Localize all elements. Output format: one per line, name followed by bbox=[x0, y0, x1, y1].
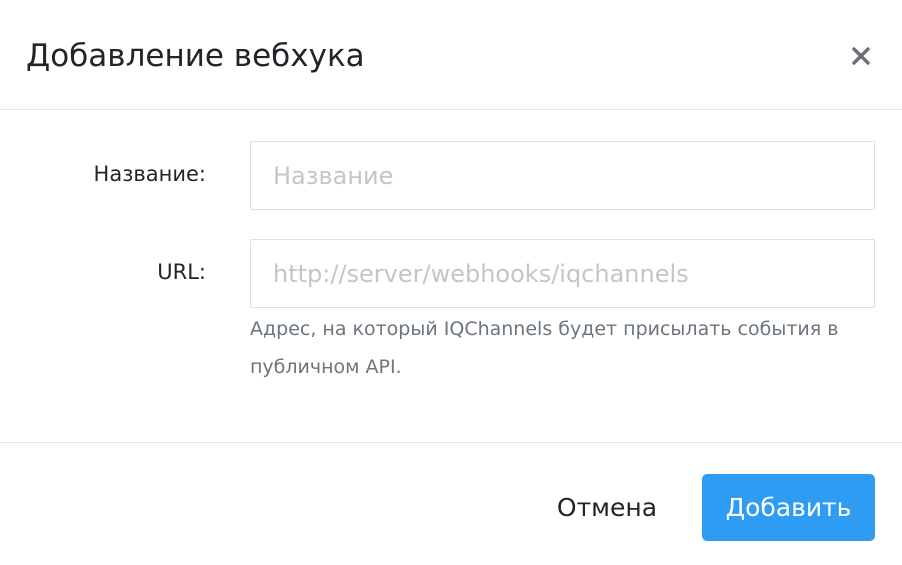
url-input[interactable] bbox=[250, 239, 875, 308]
dialog-body: Название: URL: Адрес, на который IQChann… bbox=[0, 111, 902, 442]
dialog-title: Добавление вебхука bbox=[26, 38, 365, 74]
dialog-header: Добавление вебхука bbox=[0, 0, 902, 110]
add-button[interactable]: Добавить bbox=[702, 474, 875, 541]
name-label: Название: bbox=[93, 162, 206, 186]
url-help-text: Адрес, на который IQChannels будет присы… bbox=[250, 318, 839, 378]
add-webhook-dialog: Добавление вебхука Название: URL: Адрес,… bbox=[0, 0, 902, 565]
url-label: URL: bbox=[157, 260, 206, 284]
dialog-footer: Отмена Добавить bbox=[0, 442, 902, 565]
cancel-button[interactable]: Отмена bbox=[535, 474, 679, 541]
close-icon bbox=[852, 46, 870, 65]
name-input[interactable] bbox=[250, 141, 875, 210]
close-button[interactable] bbox=[846, 34, 876, 68]
